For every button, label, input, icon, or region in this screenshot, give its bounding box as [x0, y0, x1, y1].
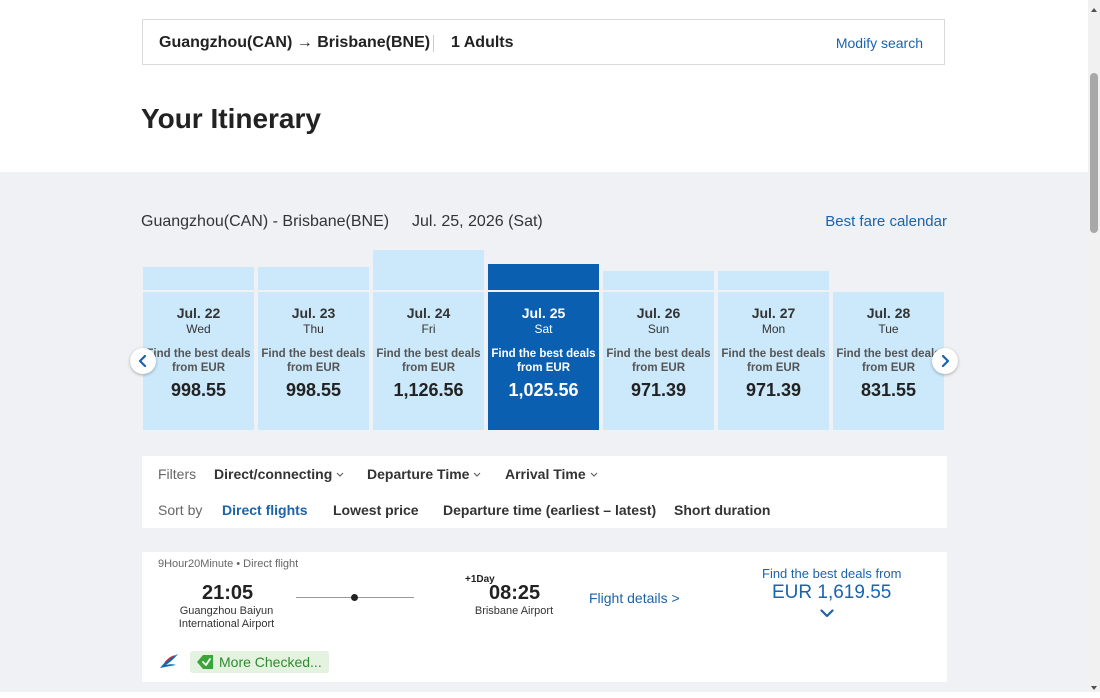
- expand-fares-button[interactable]: [820, 605, 834, 623]
- date-card-weekday: Wed: [186, 322, 211, 336]
- more-checked-label: More Checked...: [219, 654, 322, 670]
- date-card-date: Jul. 23: [291, 305, 336, 321]
- date-card-price: 831.55: [860, 380, 917, 400]
- date-card-price: 971.39: [630, 380, 687, 400]
- chevron-right-icon: [941, 355, 950, 367]
- date-card-deal-text: Find the best deals: [376, 348, 481, 360]
- date-card-jul-23[interactable]: Jul. 23 Thu Find the best deals from EUR…: [258, 292, 369, 430]
- sort-lowest-price[interactable]: Lowest price: [333, 502, 419, 518]
- date-card-date: Jul. 25: [521, 305, 566, 321]
- date-card-deal-text: Find the best deals: [606, 348, 711, 360]
- sort-short-duration[interactable]: Short duration: [674, 502, 770, 518]
- more-checked-tag[interactable]: More Checked...: [190, 651, 329, 673]
- price-bar-jul-26: [603, 271, 714, 290]
- price-bar-jul-22: [143, 267, 254, 290]
- date-card-date: Jul. 24: [406, 305, 451, 321]
- date-card-date: Jul. 22: [176, 305, 221, 321]
- page-scrollbar[interactable]: [1088, 0, 1100, 692]
- modify-search-link[interactable]: Modify search: [836, 35, 923, 51]
- search-passengers: 1 Adults: [451, 34, 514, 51]
- flight-price: EUR 1,619.55: [772, 582, 892, 603]
- scrollbar-thumb[interactable]: [1090, 73, 1098, 233]
- flight-duration-type: 9Hour20Minute • Direct flight: [158, 558, 299, 570]
- departure-airport: Guangzhou Baiyun International Airport: [178, 605, 275, 630]
- scroll-down-arrow-icon[interactable]: [1088, 680, 1100, 690]
- filters-label: Filters: [158, 466, 197, 482]
- date-card-date: Jul. 27: [751, 305, 796, 321]
- departure-time: 21:05: [202, 582, 254, 604]
- chevron-down-icon: [590, 472, 598, 477]
- date-card-weekday: Fri: [421, 322, 436, 336]
- date-card-deal-text: Find the best deals: [836, 348, 941, 360]
- filter-label: Departure Time: [367, 466, 470, 482]
- date-card-jul-25[interactable]: Jul. 25 Sat Find the best deals from EUR…: [488, 292, 599, 430]
- date-card-weekday: Sat: [534, 322, 553, 336]
- date-card-currency-text: from EUR: [401, 362, 456, 374]
- date-card-deal-text: Find the best deals: [261, 348, 366, 360]
- filter-label: Arrival Time: [505, 466, 586, 482]
- chevron-down-icon: [336, 472, 344, 477]
- flight-route-dot: [351, 594, 358, 601]
- search-summary-bar: Guangzhou(CAN) → Brisbane(BNE) 1 Adults …: [142, 19, 945, 65]
- date-card-price: 1,126.56: [393, 380, 464, 400]
- filter-label: Direct/connecting: [214, 466, 333, 482]
- date-card-jul-22[interactable]: Jul. 22 Wed Find the best deals from EUR…: [143, 292, 254, 430]
- chevron-down-icon: [820, 609, 834, 618]
- trip-route-label: Guangzhou(CAN) - Brisbane(BNE): [141, 213, 390, 230]
- date-card-currency-text: from EUR: [861, 362, 916, 374]
- date-card-weekday: Thu: [303, 322, 324, 336]
- date-card-jul-28[interactable]: Jul. 28 Tue Find the best deals from EUR…: [833, 292, 944, 430]
- trip-date-label: Jul. 25, 2026 (Sat): [412, 213, 543, 230]
- price-bar-jul-25: [488, 264, 599, 290]
- date-card-price: 971.39: [745, 380, 802, 400]
- carousel-next-button[interactable]: [932, 348, 958, 374]
- date-card-deal-text: Find the best deals: [146, 348, 251, 360]
- date-card-jul-27[interactable]: Jul. 27 Mon Find the best deals from EUR…: [718, 292, 829, 430]
- arrival-airport: Brisbane Airport: [474, 605, 554, 617]
- date-card-deal-text: Find the best deals: [721, 348, 826, 360]
- price-bar-jul-23: [258, 267, 369, 290]
- date-card-price: 1,025.56: [508, 380, 579, 400]
- date-card-weekday: Tue: [878, 322, 899, 336]
- date-card-currency-text: from EUR: [516, 362, 571, 374]
- date-card-currency-text: from EUR: [286, 362, 341, 374]
- flight-deal-text: Find the best deals from: [762, 566, 902, 581]
- date-card-currency-text: from EUR: [171, 362, 226, 374]
- search-bar-divider: [433, 35, 434, 52]
- date-card-weekday: Sun: [647, 322, 670, 336]
- page-title: Your Itinerary: [141, 103, 321, 134]
- date-card-deal-text: Find the best deals: [491, 348, 596, 360]
- date-card-weekday: Mon: [761, 322, 786, 336]
- price-bar-jul-24: [373, 250, 484, 290]
- arrival-time: 08:25: [489, 582, 541, 604]
- date-card-currency-text: from EUR: [631, 362, 686, 374]
- date-card-jul-26[interactable]: Jul. 26 Sun Find the best deals from EUR…: [603, 292, 714, 430]
- search-route: Guangzhou(CAN) → Brisbane(BNE): [159, 34, 431, 51]
- best-fare-calendar-link[interactable]: Best fare calendar: [825, 213, 947, 230]
- filter-arrival-time[interactable]: Arrival Time: [505, 466, 598, 482]
- scroll-up-arrow-icon[interactable]: [1088, 2, 1100, 12]
- sort-by-label: Sort by: [158, 502, 203, 518]
- date-card-date: Jul. 26: [636, 305, 681, 321]
- date-card-jul-24[interactable]: Jul. 24 Fri Find the best deals from EUR…: [373, 292, 484, 430]
- sort-direct-flights[interactable]: Direct flights: [222, 502, 308, 518]
- airline-logo-icon: [158, 652, 180, 675]
- date-card-date: Jul. 28: [866, 305, 911, 321]
- carousel-prev-button[interactable]: [130, 348, 156, 374]
- price-bar-jul-27: [718, 271, 829, 290]
- date-card-price: 998.55: [170, 380, 227, 400]
- flight-details-link[interactable]: Flight details >: [589, 590, 680, 606]
- flight-result-card[interactable]: 9Hour20Minute • Direct flight 21:05 Guan…: [142, 552, 947, 682]
- chevron-down-icon: [474, 472, 481, 477]
- date-card-price: 998.55: [285, 380, 342, 400]
- date-card-currency-text: from EUR: [746, 362, 801, 374]
- checked-tag-icon: [197, 655, 213, 669]
- filter-departure-time[interactable]: Departure Time: [367, 466, 481, 482]
- filter-sort-panel: Filters Direct/connecting Departure Time…: [142, 456, 947, 528]
- filter-direct-connecting[interactable]: Direct/connecting: [214, 466, 344, 482]
- sort-departure-time[interactable]: Departure time (earliest – latest): [443, 502, 656, 518]
- chevron-left-icon: [138, 355, 147, 367]
